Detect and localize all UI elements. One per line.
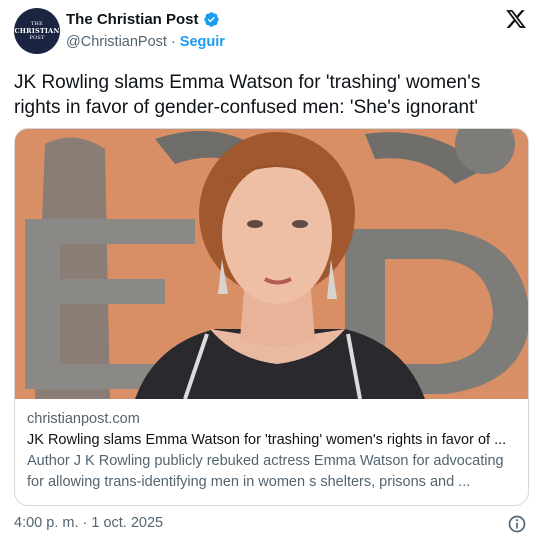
avatar-line-3: POST bbox=[29, 34, 45, 41]
tweet-timestamp[interactable]: 4:00 p. m. · 1 oct. 2025 bbox=[14, 515, 163, 531]
handle-row: @ChristianPost · Seguir bbox=[66, 34, 225, 50]
avatar[interactable]: THE CHRISTIAN POST bbox=[14, 8, 60, 54]
handle[interactable]: @ChristianPost bbox=[66, 34, 167, 50]
author-name-row[interactable]: The Christian Post bbox=[66, 11, 220, 28]
link-description: Author J K Rowling publicly rebuked actr… bbox=[27, 453, 504, 490]
separator: · bbox=[170, 34, 176, 50]
info-icon[interactable] bbox=[507, 514, 527, 534]
link-title[interactable]: JK Rowling slams Emma Watson for 'trashi… bbox=[27, 430, 517, 451]
link-preview-card[interactable]: christianpost.com JK Rowling slams Emma … bbox=[14, 128, 529, 506]
follow-button[interactable]: Seguir bbox=[180, 34, 225, 50]
link-domain[interactable]: christianpost.com bbox=[27, 409, 517, 430]
news-photo[interactable] bbox=[15, 129, 529, 399]
link-meta[interactable]: christianpost.com JK Rowling slams Emma … bbox=[27, 409, 517, 493]
embedded-tweet[interactable]: THE CHRISTIAN POST The Christian Post @C… bbox=[0, 0, 541, 542]
tweet-text: JK Rowling slams Emma Watson for 'trashi… bbox=[14, 72, 481, 118]
verified-badge-icon bbox=[203, 12, 219, 27]
display-name[interactable]: The Christian Post bbox=[66, 11, 199, 28]
avatar-line-2: CHRISTIAN bbox=[14, 26, 60, 35]
x-logo-icon[interactable] bbox=[505, 8, 527, 30]
